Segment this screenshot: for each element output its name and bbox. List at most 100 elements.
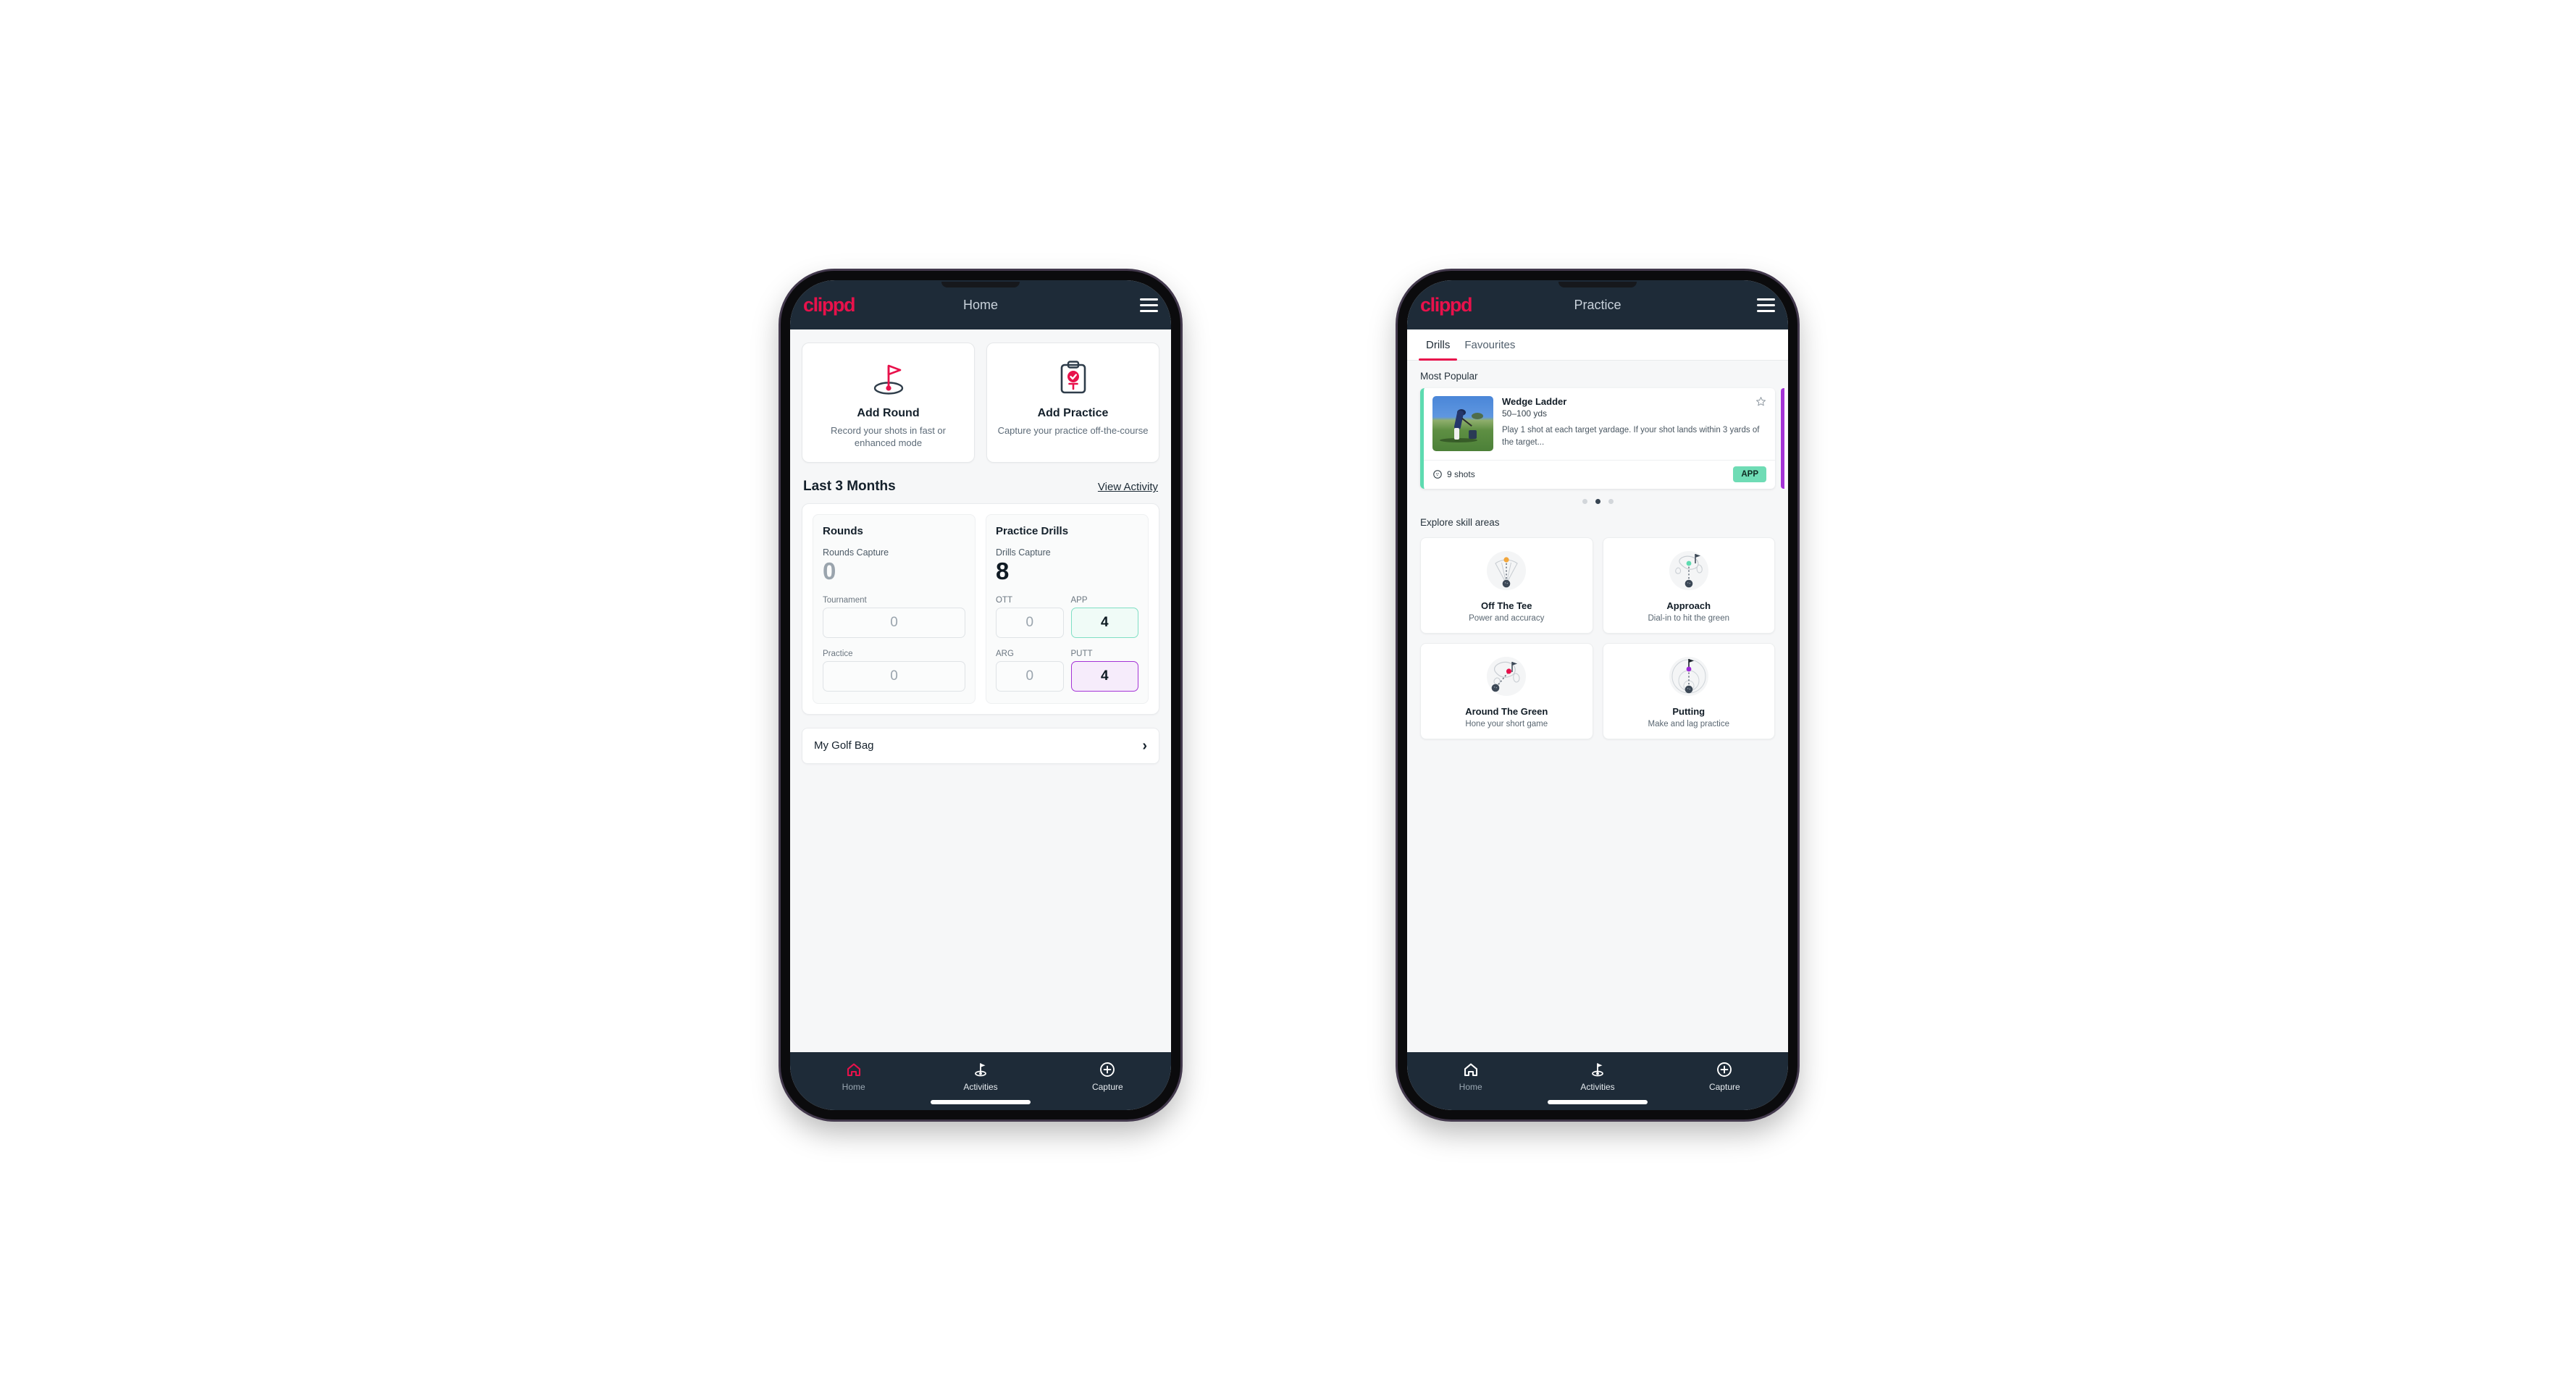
nav-item-activities[interactable]: Activities	[1534, 1061, 1661, 1092]
tournament-value[interactable]: 0	[823, 607, 965, 638]
hamburger-icon[interactable]	[1757, 298, 1775, 312]
phone2-screen: clippd Practice Drills Favourites Most P…	[1407, 280, 1788, 1110]
phone-mockup-home: clippd Home Add Round Record your shots …	[781, 271, 1180, 1120]
most-popular-title: Most Popular	[1420, 371, 1478, 382]
nav-item-activities[interactable]: Activities	[917, 1061, 1044, 1092]
arg-value[interactable]: 0	[996, 660, 1064, 692]
putting-rings-icon	[1609, 652, 1769, 702]
skill-card-off-the-tee[interactable]: Off The Tee Power and accuracy	[1420, 537, 1593, 634]
phone1-screen: clippd Home Add Round Record your shots …	[790, 280, 1171, 1110]
nav-label-capture: Capture	[1708, 1082, 1740, 1092]
phone2-content: Most Popular Wedge Ladder 50–100 yds Pla…	[1407, 361, 1788, 1052]
screenshot-canvas: clippd Home Add Round Record your shots …	[0, 0, 2576, 1386]
nav-item-home[interactable]: Home	[1407, 1061, 1534, 1092]
rounds-column: Rounds Rounds Capture 0 Tournament 0 Pra…	[813, 514, 976, 704]
app-value[interactable]: 4	[1070, 607, 1138, 638]
home-icon	[1464, 1063, 1477, 1077]
nav-item-capture[interactable]: Capture	[1044, 1061, 1171, 1092]
next-drill-card-peek[interactable]	[1781, 388, 1787, 489]
app-label: APP	[1070, 595, 1088, 605]
home-icon	[847, 1063, 860, 1077]
add-practice-card[interactable]: Add Practice Capture your practice off-t…	[986, 343, 1159, 463]
skill-card-approach[interactable]: Approach Dial-in to hit the green	[1602, 537, 1775, 634]
drills-capture-value: 8	[996, 558, 1010, 585]
clipboard-check-tee-icon	[994, 358, 1151, 398]
clippd-logo[interactable]: clippd	[1420, 295, 1473, 315]
carousel-dot-3[interactable]	[1608, 499, 1614, 504]
phone-notch	[1558, 282, 1637, 287]
add-round-title: Add Round	[857, 407, 920, 419]
rounds-capture-value: 0	[823, 558, 836, 585]
hamburger-icon[interactable]	[1140, 298, 1158, 312]
skill-card-around-the-green[interactable]: Around The Green Hone your short game	[1420, 643, 1593, 739]
drill-shots: 9 shots	[1432, 469, 1475, 479]
drill-carousel[interactable]: Wedge Ladder 50–100 yds Play 1 shot at e…	[1407, 388, 1788, 489]
phone2-bottom-nav: Home Activities Capture	[1407, 1052, 1788, 1110]
ott-label: OTT	[996, 595, 1012, 605]
stats-card: Rounds Rounds Capture 0 Tournament 0 Pra…	[802, 503, 1159, 715]
phone2-appbar: clippd Practice	[1407, 280, 1788, 329]
drill-card-wedge-ladder[interactable]: Wedge Ladder 50–100 yds Play 1 shot at e…	[1420, 388, 1775, 489]
my-golf-bag-row[interactable]: My Golf Bag ›	[802, 727, 1159, 764]
skill-card-putting[interactable]: Putting Make and lag practice	[1602, 643, 1775, 739]
skill-name: Off The Tee	[1480, 600, 1532, 611]
chevron-right-icon: ›	[1142, 737, 1147, 754]
skill-name: Putting	[1672, 706, 1706, 717]
carousel-dots	[1407, 489, 1788, 507]
add-round-card[interactable]: Add Round Record your shots in fast or e…	[802, 343, 975, 463]
nav-item-capture[interactable]: Capture	[1661, 1061, 1788, 1092]
rounds-capture-label: Rounds Capture	[823, 547, 889, 558]
phone-mockup-practice: clippd Practice Drills Favourites Most P…	[1398, 271, 1797, 1120]
skill-subtitle: Hone your short game	[1465, 720, 1548, 728]
view-activity-link[interactable]: View Activity	[1098, 481, 1158, 493]
drill-yardage: 50–100 yds	[1502, 408, 1548, 419]
skill-name: Approach	[1666, 600, 1711, 611]
golf-flag-icon	[975, 1063, 986, 1077]
phone1-appbar: clippd Home	[790, 280, 1171, 329]
clippd-logo[interactable]: clippd	[803, 295, 856, 315]
practice-label: Practice	[823, 649, 853, 658]
explore-skill-areas-title: Explore skill areas	[1420, 517, 1500, 528]
skill-areas-grid: Off The Tee Power and accuracy Approach …	[1407, 534, 1788, 739]
drill-thumbnail	[1432, 396, 1493, 451]
phone-notch	[941, 282, 1020, 287]
rounds-heading: Rounds	[823, 525, 863, 538]
nav-label-activities: Activities	[963, 1082, 998, 1092]
add-practice-title: Add Practice	[1037, 407, 1109, 419]
skill-subtitle: Dial-in to hit the green	[1648, 614, 1729, 623]
drills-heading: Practice Drills	[996, 525, 1069, 538]
drills-capture-label: Drills Capture	[996, 547, 1051, 558]
quick-actions-row: Add Round Record your shots in fast or e…	[790, 329, 1171, 463]
drill-shots-label: 9 shots	[1447, 469, 1475, 479]
nav-label-activities: Activities	[1580, 1082, 1615, 1092]
putt-value[interactable]: 4	[1070, 660, 1138, 692]
tab-favourites[interactable]: Favourites	[1457, 329, 1522, 360]
plus-circle-icon	[1100, 1062, 1115, 1077]
golf-flag-hole-icon	[810, 358, 967, 398]
practice-tabs: Drills Favourites	[1407, 329, 1788, 361]
add-practice-subtitle: Capture your practice off-the-course	[997, 425, 1149, 436]
carousel-dot-2[interactable]	[1595, 499, 1600, 504]
tab-drills[interactable]: Drills	[1419, 329, 1458, 361]
drill-name: Wedge Ladder	[1502, 396, 1567, 407]
practice-value[interactable]: 0	[823, 660, 965, 692]
phone1-content: Add Round Record your shots in fast or e…	[790, 329, 1171, 1052]
skill-subtitle: Power and accuracy	[1469, 614, 1545, 623]
practice-drills-column: Practice Drills Drills Capture 8 OTT 0 A…	[986, 514, 1149, 704]
nav-label-home: Home	[1459, 1082, 1482, 1092]
putt-label: PUTT	[1070, 649, 1093, 658]
home-indicator	[1548, 1100, 1648, 1104]
star-outline-icon[interactable]	[1755, 396, 1766, 407]
add-round-subtitle: Record your shots in fast or enhanced mo…	[831, 425, 946, 449]
nav-label-capture: Capture	[1091, 1082, 1123, 1092]
arg-label: ARG	[996, 649, 1014, 658]
golf-flag-icon	[1592, 1063, 1603, 1077]
nav-label-home: Home	[842, 1082, 865, 1092]
nav-item-home[interactable]: Home	[790, 1061, 917, 1092]
ott-value[interactable]: 0	[996, 607, 1064, 638]
tournament-label: Tournament	[823, 595, 867, 605]
green-approach-icon	[1609, 547, 1769, 596]
carousel-dot-1[interactable]	[1582, 499, 1587, 504]
last-3-months-header: Last 3 Months View Activity	[790, 463, 1171, 503]
my-golf-bag-label: My Golf Bag	[814, 739, 874, 752]
